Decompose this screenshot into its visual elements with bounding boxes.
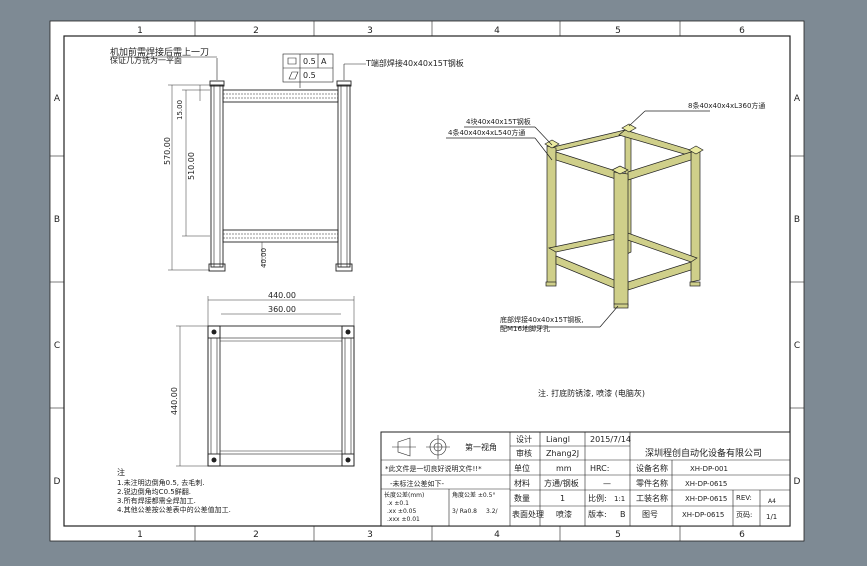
part-name-label: 零件名称: [636, 478, 668, 488]
general-note-1: 1.未注明边倒角0.5, 去毛刺.: [117, 478, 205, 487]
fixture-name-label: 工装名称: [636, 493, 668, 503]
hrc-value: —: [603, 479, 611, 488]
version-value: B: [620, 510, 626, 519]
note-top-plate: T端部焊接40x40x15T钢板: [365, 58, 464, 68]
general-note-2: 2.锐边倒角均C0.5鲜翻.: [117, 487, 191, 496]
page-value: 1/1: [766, 513, 777, 521]
zone-label-bottom: 2: [253, 530, 259, 540]
zone-label-top: 1: [137, 26, 143, 36]
qty-label: 数量: [514, 493, 530, 503]
dim-width-360: 360.00: [268, 305, 296, 314]
title-block: [380, 431, 791, 527]
tol-header-length: 长度公差(mm): [384, 491, 424, 499]
dim-offset-40: 40.00: [260, 248, 268, 268]
device-name-value: XH-DP-001: [690, 465, 728, 473]
check-label: 审核: [516, 448, 532, 458]
warning-line-1: *此文件是一切良好说明文件!!*: [385, 464, 482, 473]
material-label: 材料: [514, 478, 530, 488]
tol-row-1: .x ±0.1: [387, 500, 409, 507]
dim-offset-15: 15.00: [176, 100, 184, 120]
part-name-value: XH-DP-0615: [685, 480, 727, 488]
zone-label-right: A: [794, 94, 801, 104]
general-notes-title: 注: [117, 467, 125, 477]
zone-label-bottom: 5: [615, 530, 621, 540]
zone-label-right: C: [794, 341, 800, 351]
callout-tube-540: 4条40x40x4xL540方通: [448, 128, 525, 137]
dim-depth-440: 440.00: [170, 387, 179, 415]
callout-plates: 4块40x40x15T钢板: [466, 117, 531, 126]
general-note-4: 4.其他公差按公差表中的公差值加工.: [117, 505, 231, 514]
figure-number-value: XH-DP-0615: [682, 511, 724, 519]
zone-label-left: C: [54, 341, 60, 351]
drawing-viewport[interactable]: 1 1 2 2 3 3 4 4 5 5 6 6 A A B B C C D D 机加前需焊接后需上一刀 保证几方铣为一…: [0, 0, 867, 562]
zone-label-bottom: 4: [494, 530, 500, 540]
zone-label-bottom: 6: [739, 530, 745, 540]
version-label: 版本:: [588, 509, 607, 519]
tol-datum: A: [321, 57, 327, 66]
tol-flatness-value: 0.5: [303, 57, 316, 66]
hrc-label: HRC:: [590, 464, 609, 473]
material-value: 方通/钢板: [544, 478, 579, 488]
callout-base-plate-2: 配M16地脚牙孔: [500, 324, 550, 333]
surface-value: 喷漆: [556, 509, 572, 519]
tol-roughness: 3.2/: [486, 508, 499, 515]
zone-label-top: 6: [739, 26, 745, 36]
design-label: 设计: [516, 434, 532, 444]
callout-tube-360: 8条40x40x4xL360方通: [688, 101, 765, 110]
zone-label-right: B: [794, 215, 800, 225]
zone-label-top: 4: [494, 26, 500, 36]
projection-label: 第一视角: [465, 442, 497, 452]
page-label: 页码:: [736, 511, 752, 519]
zone-label-left: A: [54, 94, 61, 104]
note-paint: 注. 打底防锈漆, 喷漆 (电脑灰): [538, 388, 645, 398]
dim-height-510: 510.00: [187, 152, 196, 180]
drawing-sheet: 1 1 2 2 3 3 4 4 5 5 6 6 A A B B C C D D 机加前需焊接后需上一刀 保证几…: [49, 20, 805, 542]
check-name: Zhang2J: [546, 449, 579, 458]
rev-label: REV:: [736, 494, 752, 502]
figure-number-label: 图号: [642, 510, 658, 519]
callout-base-plate-1: 底部焊接40x40x15T钢板,: [500, 315, 584, 324]
fixture-name-value: XH-DP-0615: [685, 495, 727, 503]
unit-label: 单位: [514, 463, 530, 473]
qty-value: 1: [560, 494, 565, 503]
device-name-label: 设备名称: [636, 463, 668, 473]
design-name: Liangl: [546, 435, 570, 444]
tol-row-2: .xx ±0.05: [387, 508, 416, 515]
unit-value: mm: [556, 464, 572, 473]
rev-value: A4: [768, 498, 776, 505]
general-note-3: 3.所有焊接都需全焊加工.: [117, 496, 196, 505]
dim-width-440: 440.00: [268, 291, 296, 300]
scale-label: 比例:: [588, 493, 607, 503]
zone-label-bottom: 1: [137, 530, 143, 540]
zone-label-top: 2: [253, 26, 259, 36]
tol-surface: 3/ Ra0.8: [452, 508, 477, 515]
dim-height-570: 570.00: [163, 137, 172, 165]
surface-label: 表面处理: [512, 509, 544, 519]
tol-row-3: .xxx ±0.01: [387, 516, 420, 523]
zone-label-bottom: 3: [367, 530, 373, 540]
note-machining-2: 保证几方铣为一平面: [110, 55, 182, 65]
zone-label-right: D: [794, 477, 801, 487]
zone-label-top: 3: [367, 26, 373, 36]
tol-header-angle: 角度公差 ±0.5°: [452, 491, 495, 499]
scale-value: 1:1: [614, 495, 625, 503]
company-name: 深圳程创自动化设备有限公司: [645, 447, 762, 459]
design-date: 2015/7/14: [590, 435, 631, 444]
zone-label-left: D: [54, 477, 61, 487]
warning-line-2: -未标注公差如下-: [390, 479, 445, 488]
tol-parallel-value: 0.5: [303, 71, 316, 80]
zone-label-left: B: [54, 215, 60, 225]
zone-label-top: 5: [615, 26, 621, 36]
